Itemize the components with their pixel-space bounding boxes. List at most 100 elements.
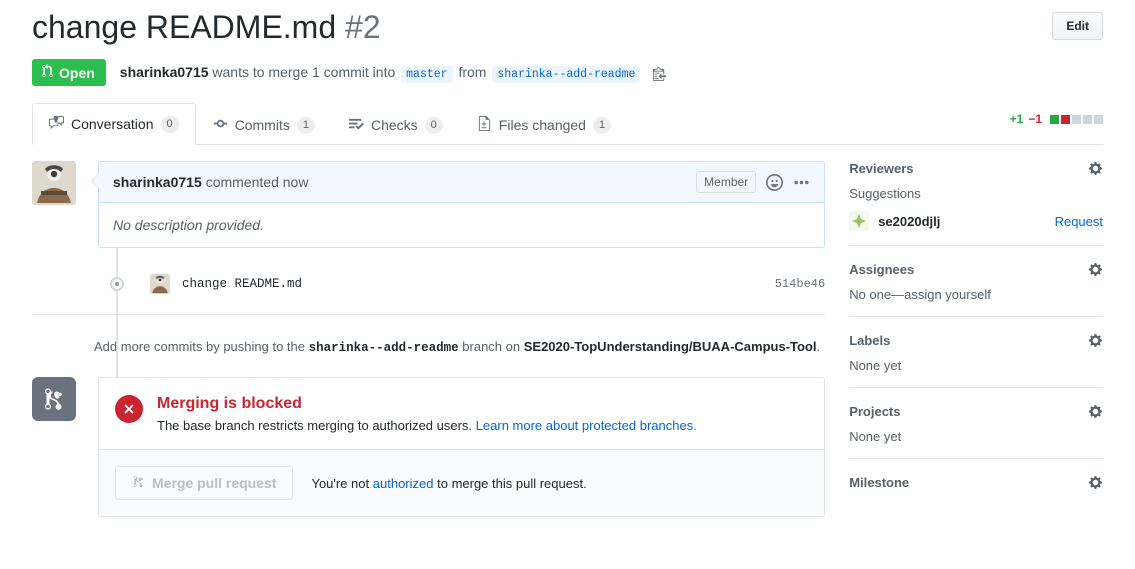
merge-pull-request-button[interactable]: Merge pull request: [115, 466, 294, 501]
milestone-title: Milestone: [849, 475, 910, 491]
merge-section: Merging is blocked The base branch restr…: [32, 377, 826, 518]
merge-status-desc-text: The base branch restricts merging to aut…: [157, 418, 473, 434]
pr-header: change README.md #2 Edit Open sharinka07…: [0, 0, 1135, 87]
push-note-branch: sharinka--add-readme: [308, 341, 459, 356]
reviewers-title: Reviewers: [849, 161, 914, 177]
comment-discussion-icon: [49, 115, 64, 133]
tab-list: Conversation 0 Commits 1 Checks 0 Files …: [32, 102, 1103, 146]
tab-files-changed[interactable]: Files changed 1: [460, 104, 628, 145]
tab-checks-count: 0: [424, 116, 443, 134]
git-pull-request-icon: [41, 64, 54, 81]
sidebar-section-assignees: Assignees No one—assign yourself: [849, 260, 1103, 318]
gear-icon[interactable]: [1088, 262, 1103, 277]
reviewer-name[interactable]: se2020djlj: [878, 214, 940, 229]
comment-body: No description provided.: [113, 217, 264, 234]
pull-request-page: change README.md #2 Edit Open sharinka07…: [0, 0, 1135, 569]
page-title: change README.md #2: [32, 8, 381, 46]
git-merge-small-icon: [132, 475, 145, 491]
labels-header: Labels: [849, 333, 1103, 348]
reviewer-avatar[interactable]: [849, 211, 870, 232]
tab-files-changed-label: Files changed: [498, 117, 586, 134]
copy-icon[interactable]: [652, 66, 667, 82]
sidebar-section-milestone: Milestone: [849, 473, 1103, 514]
labels-title: Labels: [849, 333, 891, 349]
sidebar-section-projects: Projects None yet: [849, 402, 1103, 460]
diff-block-green: [1050, 114, 1059, 124]
merge-box: Merging is blocked The base branch restr…: [98, 377, 826, 518]
status-badge-label: Open: [59, 64, 95, 81]
merge-status-title: Merging is blocked: [157, 395, 302, 413]
diff-stat[interactable]: +1 −1: [1010, 112, 1103, 126]
assignees-value[interactable]: No one—assign yourself: [849, 287, 1103, 302]
head-branch-chip[interactable]: sharinka--add-readme: [492, 66, 641, 84]
merge-status-desc: The base branch restricts merging to aut…: [157, 418, 697, 433]
base-branch-chip[interactable]: master: [401, 66, 453, 84]
merge-note-prefix: You're not: [311, 475, 370, 491]
status-badge: Open: [32, 59, 106, 87]
file-diff-icon: [477, 116, 492, 134]
comment-author[interactable]: sharinka0715: [113, 174, 202, 190]
tab-commits[interactable]: Commits 1: [196, 104, 332, 145]
push-note-suffix: .: [816, 339, 821, 355]
reviewers-header: Reviewers: [849, 161, 1103, 176]
x-circle-icon: [115, 395, 143, 424]
push-note-repo: SE2020-TopUnderstanding/BUAA-Campus-Tool: [523, 339, 817, 355]
conversation-column: sharinka0715 commented now Member No des…: [32, 161, 826, 518]
pr-number: #2: [345, 9, 381, 45]
pr-meta-from: from: [458, 64, 487, 81]
gear-icon[interactable]: [1088, 161, 1103, 176]
push-note-middle: branch on: [462, 339, 521, 355]
tab-conversation-count: 0: [160, 115, 179, 133]
diff-blocks: [1050, 114, 1103, 124]
merge-footer: Merge pull request You're not authorized…: [99, 449, 825, 517]
pr-meta-wants: wants to merge 1 commit into: [212, 64, 396, 81]
merge-note-suffix: to merge this pull request.: [437, 475, 587, 491]
tab-files-changed-count: 1: [592, 116, 612, 134]
tab-checks[interactable]: Checks 0: [332, 104, 460, 145]
projects-title: Projects: [849, 404, 901, 420]
push-note-prefix: Add more commits by pushing to the: [94, 339, 305, 355]
tab-conversation-label: Conversation: [71, 116, 154, 133]
timeline-divider: [32, 314, 826, 316]
assignees-header: Assignees: [849, 262, 1103, 277]
merge-status: Merging is blocked The base branch restr…: [99, 378, 824, 449]
git-merge-icon: [32, 377, 76, 422]
commit-avatar[interactable]: [150, 274, 170, 295]
commit-message[interactable]: change README.md: [182, 277, 302, 291]
edit-button[interactable]: Edit: [1052, 12, 1103, 40]
sidebar-section-reviewers: Reviewers Suggestions se2020djlj Request: [849, 161, 1103, 247]
commit-item: change README.md 514be46: [32, 270, 825, 298]
pr-author[interactable]: sharinka0715: [120, 64, 209, 80]
gear-icon[interactable]: [1088, 475, 1103, 490]
merge-note: You're not authorized to merge this pull…: [311, 476, 586, 491]
authorized-link[interactable]: authorized: [373, 476, 434, 491]
member-badge: Member: [696, 171, 757, 194]
avatar[interactable]: [32, 161, 76, 206]
diff-block-neutral: [1072, 114, 1081, 124]
gear-icon[interactable]: [1088, 404, 1103, 419]
projects-value: None yet: [849, 429, 902, 445]
reviewer-suggestion-row: se2020djlj Request: [849, 211, 1103, 232]
gear-icon[interactable]: [1088, 333, 1103, 348]
title-row: change README.md #2 Edit: [32, 8, 1103, 46]
tab-commits-count: 1: [296, 116, 315, 134]
push-note: Add more commits by pushing to the shari…: [32, 339, 825, 355]
comment-box: sharinka0715 commented now Member No des…: [90, 161, 826, 249]
tab-conversation[interactable]: Conversation 0: [32, 103, 196, 146]
commit-sha[interactable]: 514be46: [775, 277, 825, 291]
request-review-link[interactable]: Request: [1055, 214, 1103, 229]
smiley-reaction-icon[interactable]: [766, 173, 784, 191]
sidebar: Reviewers Suggestions se2020djlj Request…: [849, 161, 1103, 517]
kebab-menu-icon[interactable]: [793, 174, 810, 191]
comment-header: sharinka0715 commented now Member: [99, 162, 825, 204]
comment-header-actions: Member: [696, 171, 810, 194]
protected-branches-link[interactable]: Learn more about protected branches.: [476, 418, 697, 433]
labels-value: None yet: [849, 358, 902, 374]
checklist-icon: [348, 116, 364, 134]
comment-item: sharinka0715 commented now Member No des…: [32, 161, 826, 249]
diff-block-neutral: [1083, 114, 1092, 124]
page-body: sharinka0715 commented now Member No des…: [0, 161, 1135, 518]
